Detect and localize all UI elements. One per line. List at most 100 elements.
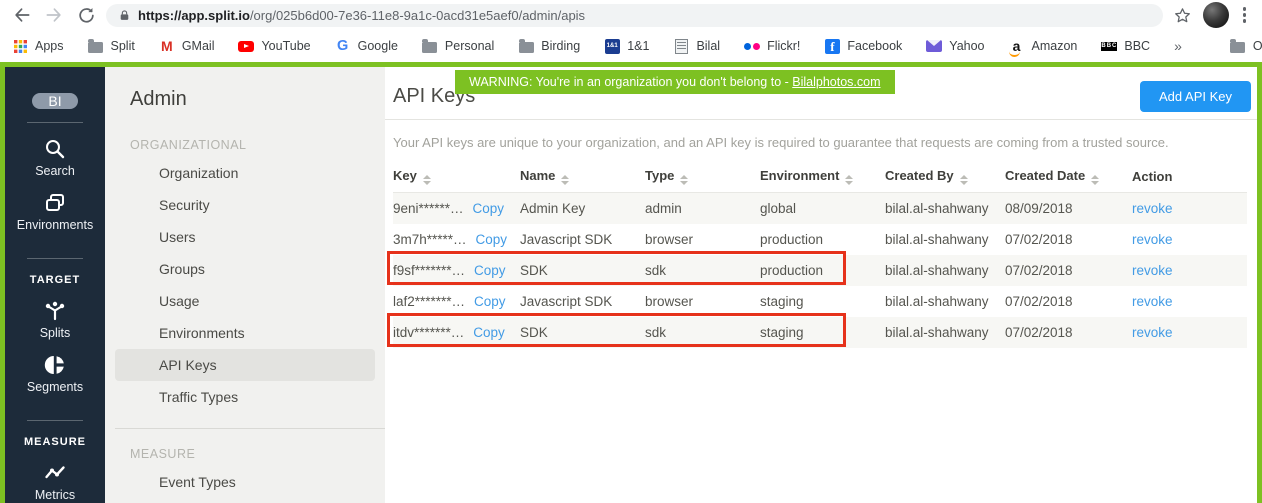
cell-created-date: 07/02/2018 [1005, 224, 1132, 255]
bookmark-split[interactable]: Split [88, 38, 135, 54]
column-header-created-by: Created By [885, 163, 1005, 193]
bookmark-facebook[interactable]: fFacebook [824, 38, 902, 54]
api-key-masked: laf2*******… [393, 294, 465, 309]
back-button[interactable] [10, 3, 34, 27]
admin-item-api-keys[interactable]: API Keys [115, 349, 375, 381]
admin-sidebar-divider [115, 428, 385, 429]
sort-icon[interactable] [680, 175, 688, 185]
revoke-link[interactable]: revoke [1132, 201, 1173, 216]
cell-environment: global [760, 193, 885, 224]
cell-name: Javascript SDK [520, 286, 645, 317]
add-api-key-button[interactable]: Add API Key [1140, 81, 1251, 112]
bookmark-google[interactable]: GGoogle [335, 38, 398, 54]
cell-name: SDK [520, 255, 645, 286]
admin-item-organization[interactable]: Organization [115, 157, 375, 189]
sidebar-divider [27, 420, 83, 421]
browser-profile-avatar[interactable] [1203, 2, 1229, 28]
facebook-icon: f [824, 38, 840, 54]
bookmark-apps[interactable]: Apps [12, 38, 64, 54]
revoke-link[interactable]: revoke [1132, 325, 1173, 340]
copy-link[interactable]: Copy [474, 263, 506, 278]
sort-icon[interactable] [423, 175, 431, 185]
nav-section-measure: MEASURE [24, 436, 86, 448]
lock-icon [118, 9, 131, 22]
api-key-masked: 9eni******… [393, 201, 464, 216]
copy-link[interactable]: Copy [476, 232, 508, 247]
cell-created-by: bilal.al-shahwany [885, 193, 1005, 224]
table-row: 9eni******…Copy Admin Key admin global b… [393, 193, 1247, 224]
admin-nav-list: Organization Security Users Groups Usage… [105, 157, 385, 413]
bookmarks-overflow-chevron[interactable]: » [1174, 38, 1182, 54]
column-header-action: Action [1132, 163, 1247, 193]
bookmark-flickr[interactable]: Flickr! [744, 38, 800, 54]
nav-item-environments[interactable]: Environments [17, 191, 93, 232]
column-header-type: Type [645, 163, 760, 193]
copy-link[interactable]: Copy [474, 294, 506, 309]
browser-menu-button[interactable] [1237, 7, 1253, 23]
amazon-icon: a [1009, 38, 1025, 54]
revoke-link[interactable]: revoke [1132, 263, 1173, 278]
folder-icon [518, 38, 534, 54]
nav-item-search[interactable]: Search [35, 137, 75, 178]
org-warning-banner: WARNING: You're in an organization you d… [455, 70, 895, 94]
bookmark-yahoo[interactable]: Yahoo [926, 38, 984, 54]
address-bar[interactable]: https://app.split.io/org/025b6d00-7e36-1… [106, 4, 1163, 27]
sidebar-divider [27, 258, 83, 259]
admin-nav-list-measure: Event Types [105, 466, 385, 498]
flickr-icon [744, 38, 760, 54]
bookmark-bbc[interactable]: BBCBBC [1101, 38, 1150, 54]
column-header-environment: Environment [760, 163, 885, 193]
browser-toolbar: https://app.split.io/org/025b6d00-7e36-1… [0, 0, 1262, 30]
gmail-icon: M [159, 38, 175, 54]
admin-item-usage[interactable]: Usage [115, 285, 375, 317]
nav-item-metrics[interactable]: Metrics [35, 461, 75, 502]
bookmark-star-icon[interactable] [1171, 3, 1195, 27]
bookmark-personal[interactable]: Personal [422, 38, 494, 54]
admin-item-traffic-types[interactable]: Traffic Types [115, 381, 375, 413]
nav-item-segments[interactable]: Segments [27, 353, 83, 394]
primary-nav-sidebar: BI Search Environments TARGET Splits Seg… [5, 67, 105, 503]
sort-icon[interactable] [845, 175, 853, 185]
forward-button[interactable] [42, 3, 66, 27]
sort-icon[interactable] [960, 175, 968, 185]
google-icon: G [335, 38, 351, 54]
admin-item-users[interactable]: Users [115, 221, 375, 253]
table-row: 3m7h*****…Copy Javascript SDK browser pr… [393, 224, 1247, 255]
revoke-link[interactable]: revoke [1132, 232, 1173, 247]
nav-item-splits[interactable]: Splits [40, 299, 71, 340]
cell-type: browser [645, 286, 760, 317]
copy-link[interactable]: Copy [473, 325, 505, 340]
sort-icon[interactable] [1091, 175, 1099, 185]
bookmark-youtube[interactable]: YouTube [238, 38, 310, 54]
cell-created-date: 07/02/2018 [1005, 286, 1132, 317]
page-description: Your API keys are unique to your organiz… [393, 135, 1247, 150]
cell-environment: production [760, 255, 885, 286]
cell-environment: production [760, 224, 885, 255]
yahoo-icon [926, 38, 942, 54]
cell-created-by: bilal.al-shahwany [885, 317, 1005, 348]
admin-item-environments[interactable]: Environments [115, 317, 375, 349]
revoke-link[interactable]: revoke [1132, 294, 1173, 309]
folder-icon [422, 38, 438, 54]
warning-banner-link[interactable]: Bilalphotos.com [792, 75, 880, 89]
bookmark-birding[interactable]: Birding [518, 38, 580, 54]
table-row: laf2*******…Copy Javascript SDK browser … [393, 286, 1247, 317]
admin-item-security[interactable]: Security [115, 189, 375, 221]
other-bookmarks[interactable]: Other Bookmarks [1230, 38, 1262, 54]
column-header-name: Name [520, 163, 645, 193]
bookmarks-bar: Apps Split MGMail YouTube GGoogle Person… [0, 30, 1262, 62]
reload-button[interactable] [74, 3, 98, 27]
youtube-icon [238, 38, 254, 54]
bookmark-gmail[interactable]: MGMail [159, 38, 215, 54]
admin-item-groups[interactable]: Groups [115, 253, 375, 285]
folder-icon [1230, 38, 1246, 54]
bookmark-amazon[interactable]: aAmazon [1009, 38, 1078, 54]
admin-sidebar-title: Admin [105, 88, 385, 111]
admin-item-event-types[interactable]: Event Types [115, 466, 375, 498]
admin-sidebar: Admin ORGANIZATIONAL Organization Securi… [105, 67, 385, 503]
sort-icon[interactable] [561, 175, 569, 185]
copy-link[interactable]: Copy [473, 201, 505, 216]
bookmark-bilal[interactable]: Bilal [673, 38, 720, 54]
bookmark-oneandone[interactable]: 1&11&1 [604, 38, 649, 54]
org-avatar[interactable]: BI [32, 93, 78, 109]
